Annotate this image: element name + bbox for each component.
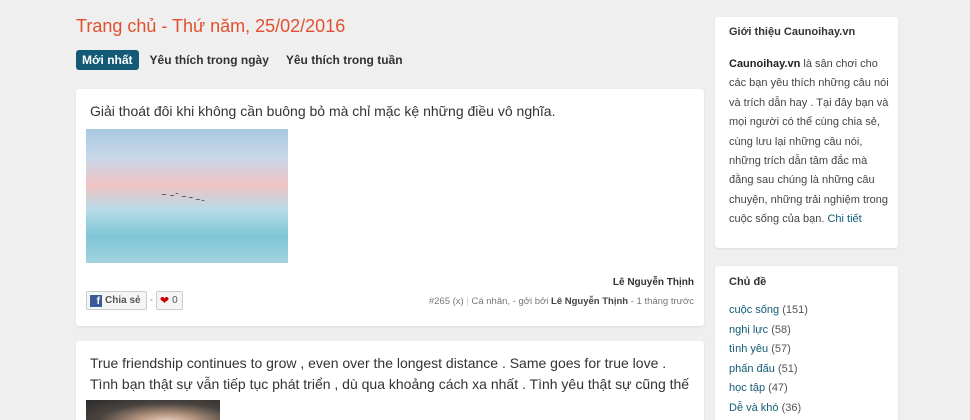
tab-favorite-week[interactable]: Yêu thích trong tuần	[280, 50, 409, 70]
post-flag[interactable]: (x)	[453, 296, 464, 307]
quote-image[interactable]	[86, 400, 220, 420]
post-actions: f Chia sẻ - ❤ 0	[86, 291, 183, 310]
topic-count: (36)	[781, 401, 802, 414]
heart-icon: ❤	[159, 295, 170, 307]
quote-image[interactable]	[86, 129, 288, 263]
share-label: Chia sẻ	[105, 295, 141, 306]
topic-link[interactable]: nghị lực	[729, 324, 768, 336]
separator: -	[149, 295, 153, 306]
quote-card: Giải thoát đôi khi không cần buông bỏ mà…	[76, 89, 704, 326]
tab-bar: Mới nhất Yêu thích trong ngày Yêu thích …	[76, 50, 414, 70]
topic-item: học tập (47)	[729, 379, 808, 399]
tab-favorite-today[interactable]: Yêu thích trong ngày	[144, 50, 275, 70]
post-poster[interactable]: Lê Nguyễn Thịnh	[551, 296, 628, 307]
post-id[interactable]: #265	[429, 296, 450, 307]
quote-author[interactable]: Lê Nguyễn Thịnh	[613, 277, 694, 288]
topic-item: nghị lực (58)	[729, 321, 808, 341]
topic-item: tình yêu (57)	[729, 340, 808, 360]
topics-widget: Chủ đề cuộc sống (151) nghị lực (58) tìn…	[715, 266, 898, 420]
intro-brand: Caunoihay.vn	[729, 58, 801, 70]
quote-card: True friendship continues to grow , even…	[76, 341, 704, 420]
topic-count: (47)	[768, 382, 788, 395]
topic-link[interactable]: phấn đấu	[729, 363, 775, 375]
facebook-share-button[interactable]: f Chia sẻ	[86, 291, 147, 310]
birds-graphic	[161, 193, 205, 201]
topic-item: cuộc sống (151)	[729, 301, 808, 321]
page-title: Trang chủ - Thứ năm, 25/02/2016	[76, 16, 346, 36]
like-button[interactable]: ❤ 0	[155, 291, 183, 310]
post-by-prefix: - gởi bởi	[512, 296, 549, 307]
topics-title: Chủ đề	[729, 276, 767, 288]
post-time: - 1 tháng trước	[630, 296, 694, 307]
intro-title: Giới thiệu Caunoihay.vn	[729, 26, 856, 38]
topic-link[interactable]: cuộc sống	[729, 304, 779, 316]
topic-count: (57)	[771, 343, 791, 356]
topic-link[interactable]: tình yêu	[729, 343, 768, 355]
quote-text[interactable]: Giải thoát đôi khi không cần buông bỏ mà…	[90, 101, 690, 122]
topic-count: (51)	[777, 362, 798, 375]
topic-count: (58)	[771, 323, 791, 336]
more-link[interactable]: Chi tiết	[827, 213, 861, 225]
facebook-icon: f	[90, 294, 102, 307]
like-count: 0	[172, 295, 178, 306]
tab-newest[interactable]: Mới nhất	[76, 50, 139, 70]
topic-item: phấn đấu (51)	[729, 360, 808, 380]
topic-link[interactable]: Dễ và khó	[729, 402, 779, 414]
post-category[interactable]: Cá nhân,	[471, 296, 510, 307]
topic-list: cuộc sống (151) nghị lực (58) tình yêu (…	[729, 301, 808, 419]
intro-widget: Giới thiệu Caunoihay.vn Caunoihay.vn là …	[715, 17, 898, 248]
topic-item: Dễ và khó (36)	[729, 399, 808, 419]
topic-link[interactable]: học tập	[729, 382, 765, 394]
topic-count: (151)	[782, 304, 808, 316]
intro-body: là sân chơi cho các bạn yêu thích những …	[729, 58, 889, 226]
post-meta: #265 (x) | Cá nhân, - gởi bởi Lê Nguyễn …	[428, 296, 694, 307]
intro-text: Caunoihay.vn là sân chơi cho các bạn yêu…	[729, 55, 889, 230]
